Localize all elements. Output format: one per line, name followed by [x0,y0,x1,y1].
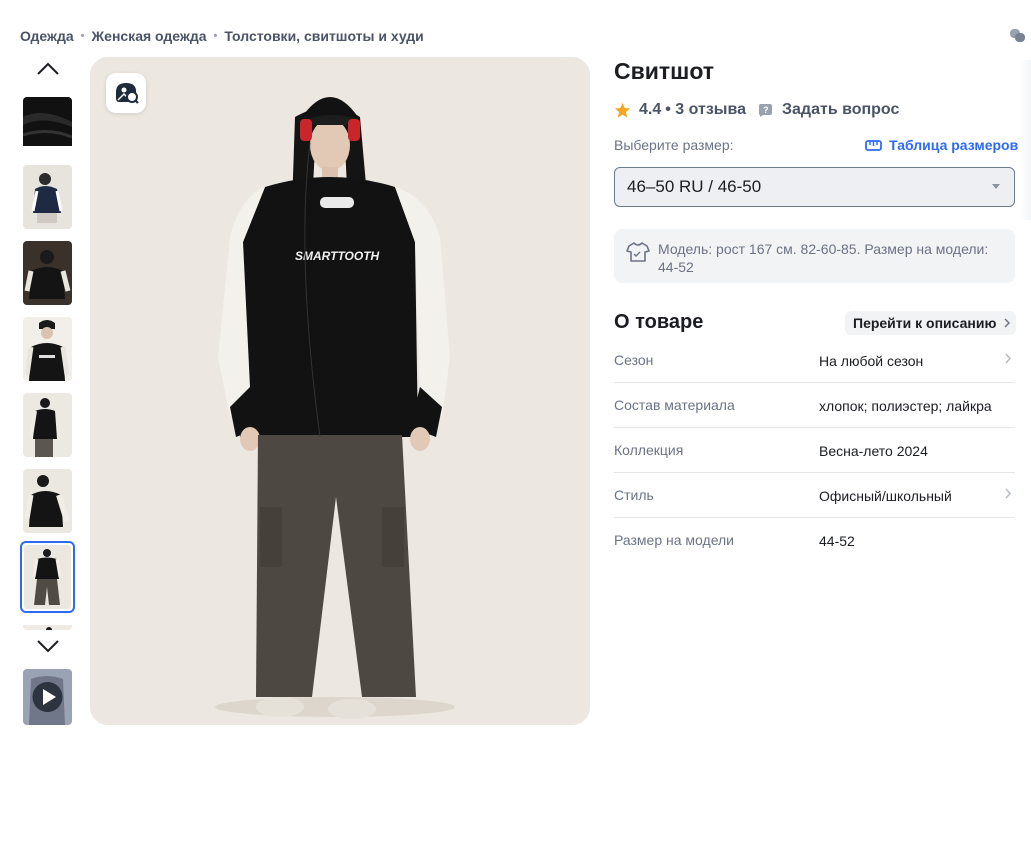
ask-question-label: Задать вопрос [782,101,900,118]
property-row-collection: Коллекция Весна-лето 2024 [614,428,1015,473]
property-row-material: Состав материала хлопок; полиэстер; лайк… [614,383,1015,428]
size-select[interactable]: 46–50 RU / 46-50 [614,167,1015,207]
goto-description-button[interactable]: Перейти к описанию [845,311,1017,335]
rating-value[interactable]: 4.4 [639,101,661,119]
tshirt-icon [626,242,650,262]
property-value: 44-52 [819,533,855,549]
thumbnail-fabric[interactable] [23,97,72,161]
ruler-icon [865,139,882,151]
model-info-text: Модель: рост 167 см. 82-60-85. Размер на… [658,241,989,275]
scroll-edge-shadow [1021,60,1031,220]
rating-row: 4.4 • 3 отзыва ? Задать вопрос [614,101,899,119]
model-info-box: Модель: рост 167 см. 82-60-85. Размер на… [614,229,1015,283]
thumbnail-photo-3[interactable] [23,241,72,305]
property-value: На любой сезон [819,353,924,369]
ask-question-button[interactable]: ? Задать вопрос [758,101,899,119]
goto-description-label: Перейти к описанию [853,315,997,331]
product-title: Свитшот [614,58,715,84]
size-table-link[interactable]: Таблица размеров [865,137,1018,153]
breadcrumb-item-hoodies[interactable]: Толстовки, свитшоты и худи [224,28,423,44]
thumbnail-photo-7-selected[interactable] [20,541,75,613]
about-section-title: О товаре [614,311,704,333]
size-table-label: Таблица размеров [889,137,1019,153]
svg-text:?: ? [763,105,769,115]
image-search-icon [116,83,139,104]
property-row-model-size: Размер на модели 44-52 [614,518,1015,563]
thumbnails-scroll-down-button[interactable] [35,633,61,659]
chevron-right-icon[interactable] [1005,353,1011,364]
property-key: Размер на модели [614,532,734,548]
size-label: Выберите размер: [614,137,734,153]
product-properties-list: Сезон На любой сезон Состав материала хл… [614,338,1015,563]
breadcrumb: Одежда • Женская одежда • Толстовки, сви… [20,28,424,44]
property-value: Весна-лето 2024 [819,443,928,459]
property-key: Сезон [614,352,654,368]
chevron-up-icon [37,62,59,75]
thumbnail-photo-5[interactable] [23,393,72,457]
chevron-right-icon [1004,318,1011,328]
breadcrumb-item-womens-clothing[interactable]: Женская одежда [92,28,207,44]
property-value: Офисный/школьный [819,488,952,504]
property-key: Стиль [614,487,654,503]
property-key: Коллекция [614,442,684,458]
property-value: хлопок; полиэстер; лайкра [819,398,992,414]
breadcrumb-item-clothing[interactable]: Одежда [20,28,74,44]
chevron-down-icon [37,640,59,653]
thumbnail-photo-4[interactable] [23,317,72,381]
thumbnails-scroll-up-button[interactable] [35,56,61,82]
question-chat-icon: ? [759,103,772,117]
property-key: Состав материала [614,397,735,413]
breadcrumb-separator: • [213,30,218,42]
property-row-season: Сезон На любой сезон [614,338,1015,383]
thumbnail-video[interactable] [23,669,72,725]
thumbnail-strip [20,56,76,726]
reviews-count-link[interactable]: • 3 отзыва [665,101,746,119]
breadcrumb-separator: • [80,30,85,42]
chevron-right-icon[interactable] [1005,488,1011,499]
star-icon [614,102,631,118]
size-select-value: 46–50 RU / 46-50 [627,177,762,196]
dropdown-caret-icon [992,184,1000,189]
share-icon[interactable] [1009,27,1027,45]
property-row-style: Стиль Офисный/школьный [614,473,1015,518]
print-text: SMARTTOOTH [295,249,380,263]
main-product-image[interactable]: SMARTTOOTH [90,57,590,725]
thumbnail-photo-8[interactable] [23,621,72,630]
image-search-button[interactable] [106,73,146,113]
thumbnail-photo-2[interactable] [23,165,72,229]
thumbnail-photo-6[interactable] [23,469,72,533]
